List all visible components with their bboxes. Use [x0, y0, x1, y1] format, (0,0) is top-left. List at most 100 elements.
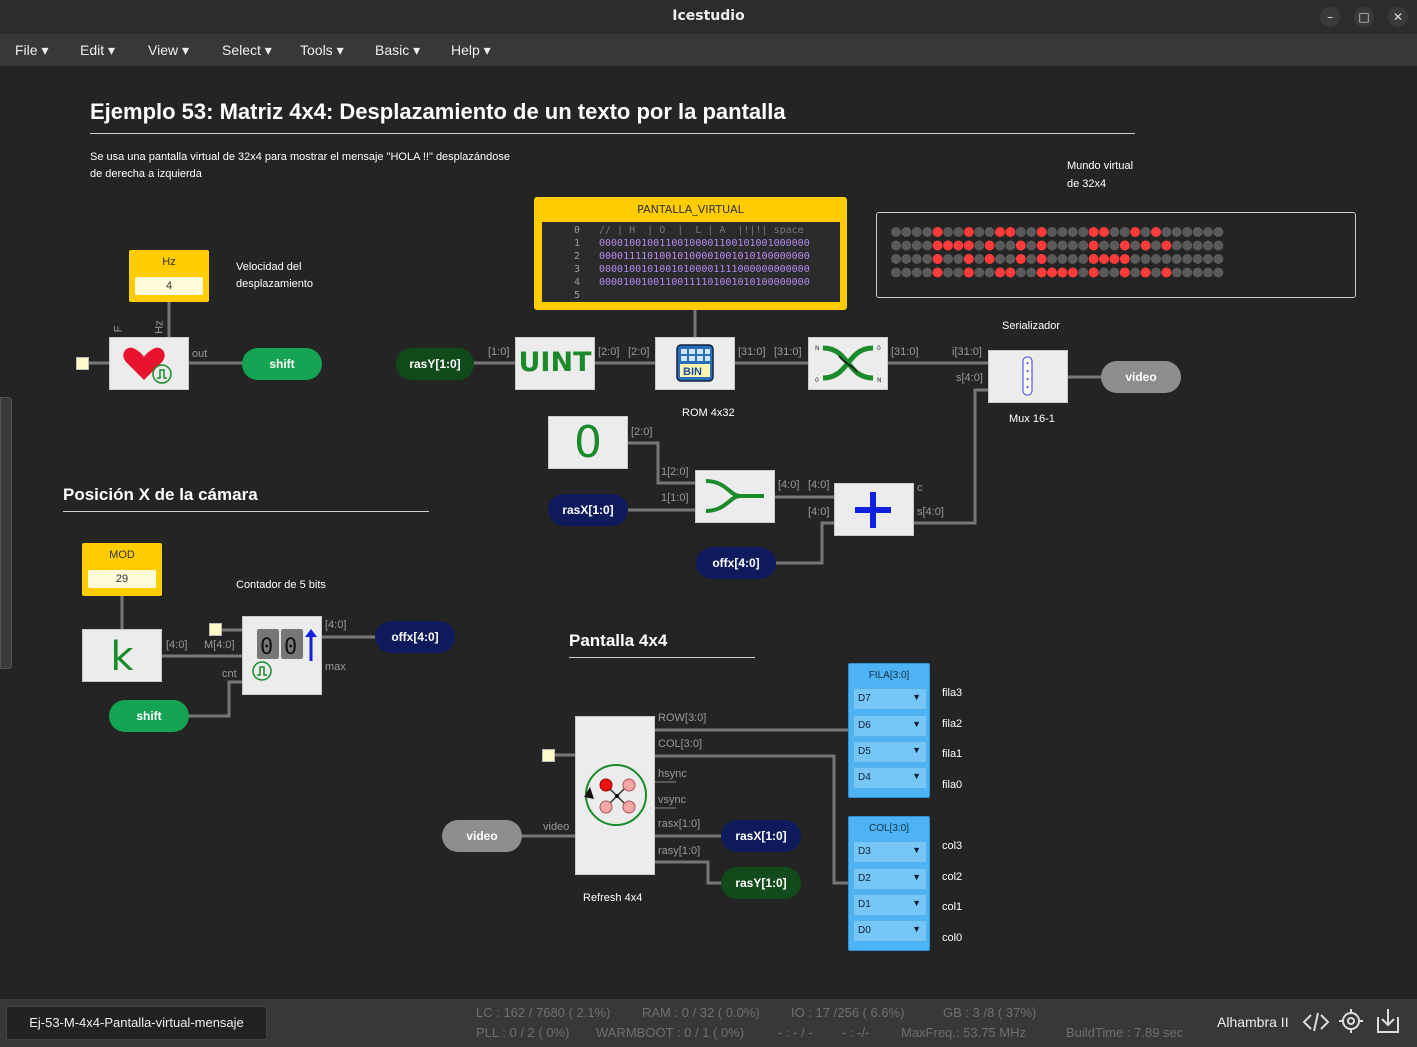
code-view-icon[interactable] — [1302, 1010, 1330, 1034]
adder-block[interactable] — [834, 483, 914, 536]
refresh-output-hsync: hsync — [658, 768, 687, 780]
led-pixel — [1203, 254, 1213, 264]
led-pixel — [995, 227, 1005, 237]
plus-icon — [855, 492, 891, 528]
led-pixel — [901, 267, 912, 278]
col1-label: col1 — [942, 901, 963, 913]
shift-input-label[interactable]: shift — [109, 700, 189, 732]
col3-label: col3 — [942, 840, 963, 852]
col-pin-select-0[interactable]: D0 ▼ — [853, 920, 927, 942]
led-pixel — [1109, 254, 1120, 264]
col-pin-select-2[interactable]: D2 ▼ — [853, 868, 927, 890]
video-input-label[interactable]: video — [442, 820, 522, 852]
led-pixel — [1171, 227, 1182, 237]
rom-line-number: 1 — [573, 238, 580, 249]
refresh-4x4-block[interactable] — [575, 716, 655, 875]
svg-text:N: N — [815, 345, 820, 352]
fila-pin-select-3[interactable]: D7 ▼ — [853, 688, 927, 710]
fila-title: FILA[3:0] — [868, 670, 910, 681]
rom-memory-block[interactable]: PANTALLA_VIRTUAL 0 // | H | O | L | A |!… — [534, 197, 847, 310]
led-pixel — [911, 267, 922, 278]
constant-zero-block[interactable]: 0 — [548, 416, 628, 469]
rasx-input-label[interactable]: rasX[1:0] — [548, 494, 628, 526]
led-pixel — [1130, 240, 1141, 251]
rom-line-number: 5 — [573, 290, 580, 301]
led-pixel — [1182, 240, 1193, 251]
offx-input-label[interactable]: offx[4:0] — [696, 547, 776, 579]
shift-label-output[interactable]: shift — [242, 348, 322, 380]
led-pixel — [1161, 254, 1172, 264]
rasy-output-label[interactable]: rasY[1:0] — [721, 867, 801, 899]
mux-16-1-block[interactable] — [988, 350, 1068, 403]
mod-value-field[interactable]: 29 — [88, 570, 156, 588]
clock-input-1[interactable] — [76, 357, 89, 370]
led-pixel — [1067, 240, 1078, 251]
fila-pin-select-1[interactable]: D5 ▼ — [853, 741, 927, 763]
bit-reverse-block[interactable]: N 0 0 N — [808, 337, 888, 390]
hz-value-field[interactable]: 4 — [135, 277, 203, 295]
bin-memory-icon — [676, 344, 714, 382]
fila-pin-select-0[interactable]: D4 ▼ — [853, 767, 927, 789]
constant-k-block[interactable]: k — [82, 629, 162, 682]
led-pixel — [1161, 227, 1172, 237]
led-pixel — [974, 267, 985, 278]
counter-block[interactable]: 0 0 — [242, 616, 322, 695]
uint-block[interactable]: UINT — [515, 337, 595, 390]
heart-input-f: F — [112, 325, 125, 333]
led-pixel — [1151, 227, 1161, 237]
led-pixel — [943, 227, 953, 237]
led-pixel — [1099, 240, 1109, 251]
led-pixel — [953, 254, 964, 264]
led-pixel — [1078, 254, 1089, 264]
heartbeat-block[interactable] — [109, 337, 189, 390]
svg-text:0: 0 — [877, 345, 881, 352]
build-gear-icon[interactable] — [1338, 1008, 1364, 1034]
led-pixel — [1099, 227, 1109, 237]
clock-input-3[interactable] — [542, 749, 555, 762]
led-pixel — [1057, 267, 1068, 278]
dropdown-arrow-icon: ▼ — [912, 692, 921, 702]
constant-zero-text: 0 — [574, 417, 602, 468]
fila-pin-select-2[interactable]: D6 ▼ — [853, 715, 927, 737]
led-pixel — [1026, 240, 1037, 251]
upload-icon[interactable] — [1375, 1007, 1401, 1035]
bus-join-block[interactable] — [695, 470, 775, 523]
col-pin-select-3[interactable]: D3 ▼ — [853, 841, 927, 863]
col-pin-select-1[interactable]: D1 ▼ — [853, 894, 927, 916]
refresh-output-rasy: rasy[1:0] — [658, 845, 701, 857]
offx-output-label[interactable]: offx[4:0] — [375, 621, 455, 653]
file-tab[interactable]: Ej-53-M-4x4-Pantalla-virtual-mensaje — [6, 1006, 267, 1040]
led-pixel — [1182, 267, 1193, 278]
fila0-label: fila0 — [942, 779, 963, 791]
rasy-input-label[interactable]: rasY[1:0] — [396, 348, 474, 380]
board-selector[interactable]: Alhambra II — [1217, 1014, 1289, 1030]
counter-icon: 0 0 — [252, 629, 317, 681]
clock-input-2[interactable] — [209, 623, 222, 636]
fila1-label: fila1 — [942, 748, 963, 760]
led-pixel — [984, 267, 995, 278]
rom-4x32-block[interactable]: BIN — [655, 337, 735, 390]
rom-line-data: 00001001010010100001111000000000000 — [599, 264, 810, 275]
led-pixel — [922, 240, 933, 251]
led-pixel — [1026, 227, 1037, 237]
collection-toolbox[interactable] — [0, 397, 12, 669]
led-pixel — [901, 240, 912, 251]
led-pixel — [953, 227, 964, 237]
pin-value: D7 — [858, 693, 871, 704]
rasx-output-label[interactable]: rasX[1:0] — [721, 820, 801, 852]
led-pixel — [1005, 254, 1016, 264]
video-output-label[interactable]: video — [1101, 361, 1181, 393]
page-title: Ejemplo 53: Matriz 4x4: Desplazamiento d… — [90, 99, 786, 124]
svg-text:0: 0 — [260, 635, 273, 660]
rom-line-data: 00001001001100111101001010100000000 — [599, 277, 810, 288]
refresh-output-rasx: rasx[1:0] — [658, 818, 701, 830]
led-pixel — [922, 267, 933, 278]
rom-content-editor[interactable]: 0 // | H | O | L | A |!|!| space 1 00001… — [542, 222, 840, 302]
stat-warmboot: WARMBOOT : 0 / 1 ( 0%) — [596, 1025, 745, 1040]
mod-parameter[interactable]: MOD 29 — [82, 543, 162, 596]
hz-parameter[interactable]: Hz 4 — [129, 250, 209, 302]
section-title-pantalla: Pantalla 4x4 — [569, 631, 668, 650]
led-pixel — [1099, 254, 1109, 264]
refresh-output-col: COL[3:0] — [658, 738, 703, 750]
heart-input-hz: Hz — [153, 320, 166, 334]
